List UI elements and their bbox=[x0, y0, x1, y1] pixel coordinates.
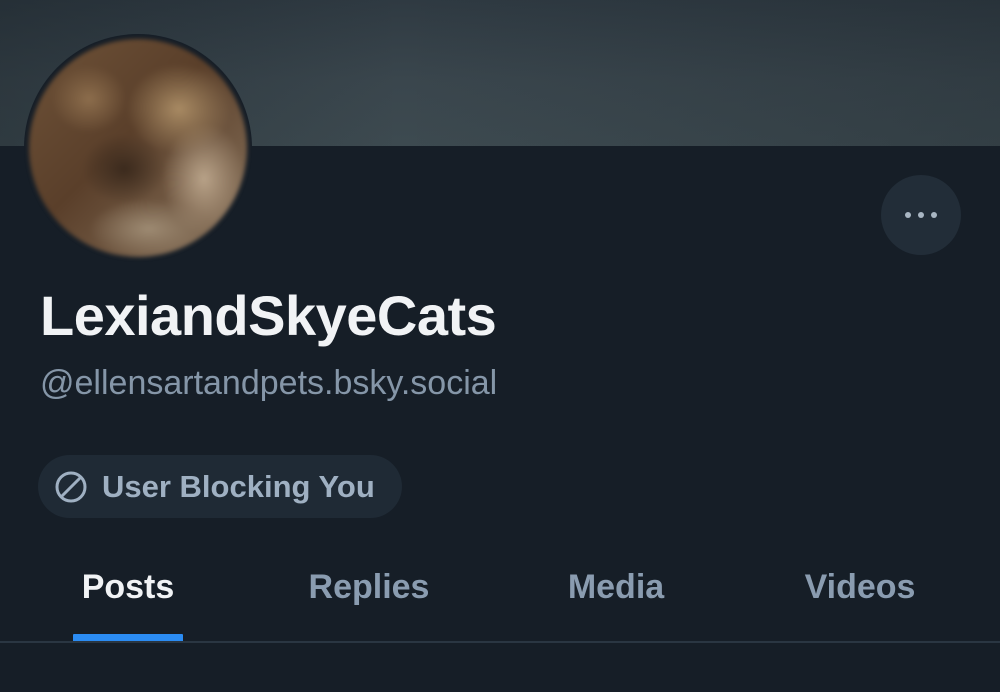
profile-page: LexiandSkyeCats @ellensartandpets.bsky.s… bbox=[0, 0, 1000, 692]
tab-media[interactable]: Media bbox=[540, 548, 692, 642]
avatar-container[interactable] bbox=[24, 34, 252, 262]
tab-videos[interactable]: Videos bbox=[780, 548, 940, 642]
ellipsis-icon bbox=[931, 212, 937, 218]
ellipsis-icon bbox=[905, 212, 911, 218]
profile-handle: @ellensartandpets.bsky.social bbox=[40, 364, 498, 402]
blocking-status-label: User Blocking You bbox=[102, 468, 375, 504]
blocking-status-badge: User Blocking You bbox=[38, 455, 402, 518]
tabs-divider bbox=[0, 641, 1000, 643]
avatar[interactable] bbox=[29, 39, 247, 257]
tab-posts[interactable]: Posts bbox=[52, 548, 204, 642]
tab-replies[interactable]: Replies bbox=[284, 548, 454, 642]
display-name: LexiandSkyeCats bbox=[40, 284, 497, 347]
ellipsis-icon bbox=[918, 212, 924, 218]
block-icon bbox=[54, 470, 88, 504]
more-options-button[interactable] bbox=[881, 175, 961, 255]
profile-tabs: Posts Replies Media Videos bbox=[0, 548, 1000, 642]
